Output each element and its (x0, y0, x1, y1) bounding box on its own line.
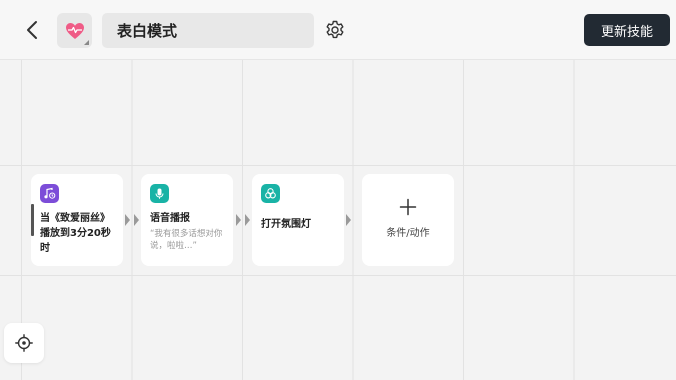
flow-arrow (236, 214, 241, 226)
flow-arrow (134, 214, 139, 226)
ambient-light-icon (261, 184, 280, 203)
gear-icon (326, 20, 344, 39)
flow-arrow (125, 214, 130, 226)
recenter-button[interactable] (4, 323, 44, 363)
plus-icon (399, 198, 417, 216)
add-condition-action-label: 条件/动作 (386, 228, 430, 239)
card-drag-handle[interactable] (31, 204, 34, 236)
add-condition-action-card[interactable]: 条件/动作 (362, 174, 454, 266)
flow-arrow (346, 214, 351, 226)
chevron-left-icon (27, 21, 37, 39)
back-button[interactable] (20, 18, 44, 42)
heart-pulse-icon (65, 22, 84, 39)
settings-button[interactable] (324, 19, 346, 41)
trigger-card[interactable]: 当《致爱丽丝》播放到3分20秒时 (31, 174, 123, 266)
ambient-light-title: 打开氛围灯 (261, 219, 311, 230)
music-timer-icon (40, 184, 59, 203)
voice-broadcast-text: “我有很多话想对你说，啦啦…” (150, 229, 223, 251)
update-skill-button[interactable]: 更新技能 (584, 14, 670, 46)
trigger-card-title: 当《致爱丽丝》播放到3分20秒时 (40, 213, 111, 254)
skill-title-field[interactable]: 表白模式 (102, 13, 314, 48)
dropdown-corner-icon (84, 40, 89, 45)
ambient-light-card[interactable]: 打开氛围灯 (252, 174, 344, 266)
voice-broadcast-title: 语音播报 (150, 213, 190, 224)
top-bar: 表白模式 更新技能 (0, 0, 676, 60)
skill-icon-picker[interactable] (57, 13, 92, 48)
crosshair-icon (15, 334, 33, 352)
skill-title: 表白模式 (117, 22, 178, 40)
voice-broadcast-card[interactable]: 语音播报 “我有很多话想对你说，啦啦…” (141, 174, 233, 266)
microphone-icon (150, 184, 169, 203)
flow-arrow (245, 214, 250, 226)
